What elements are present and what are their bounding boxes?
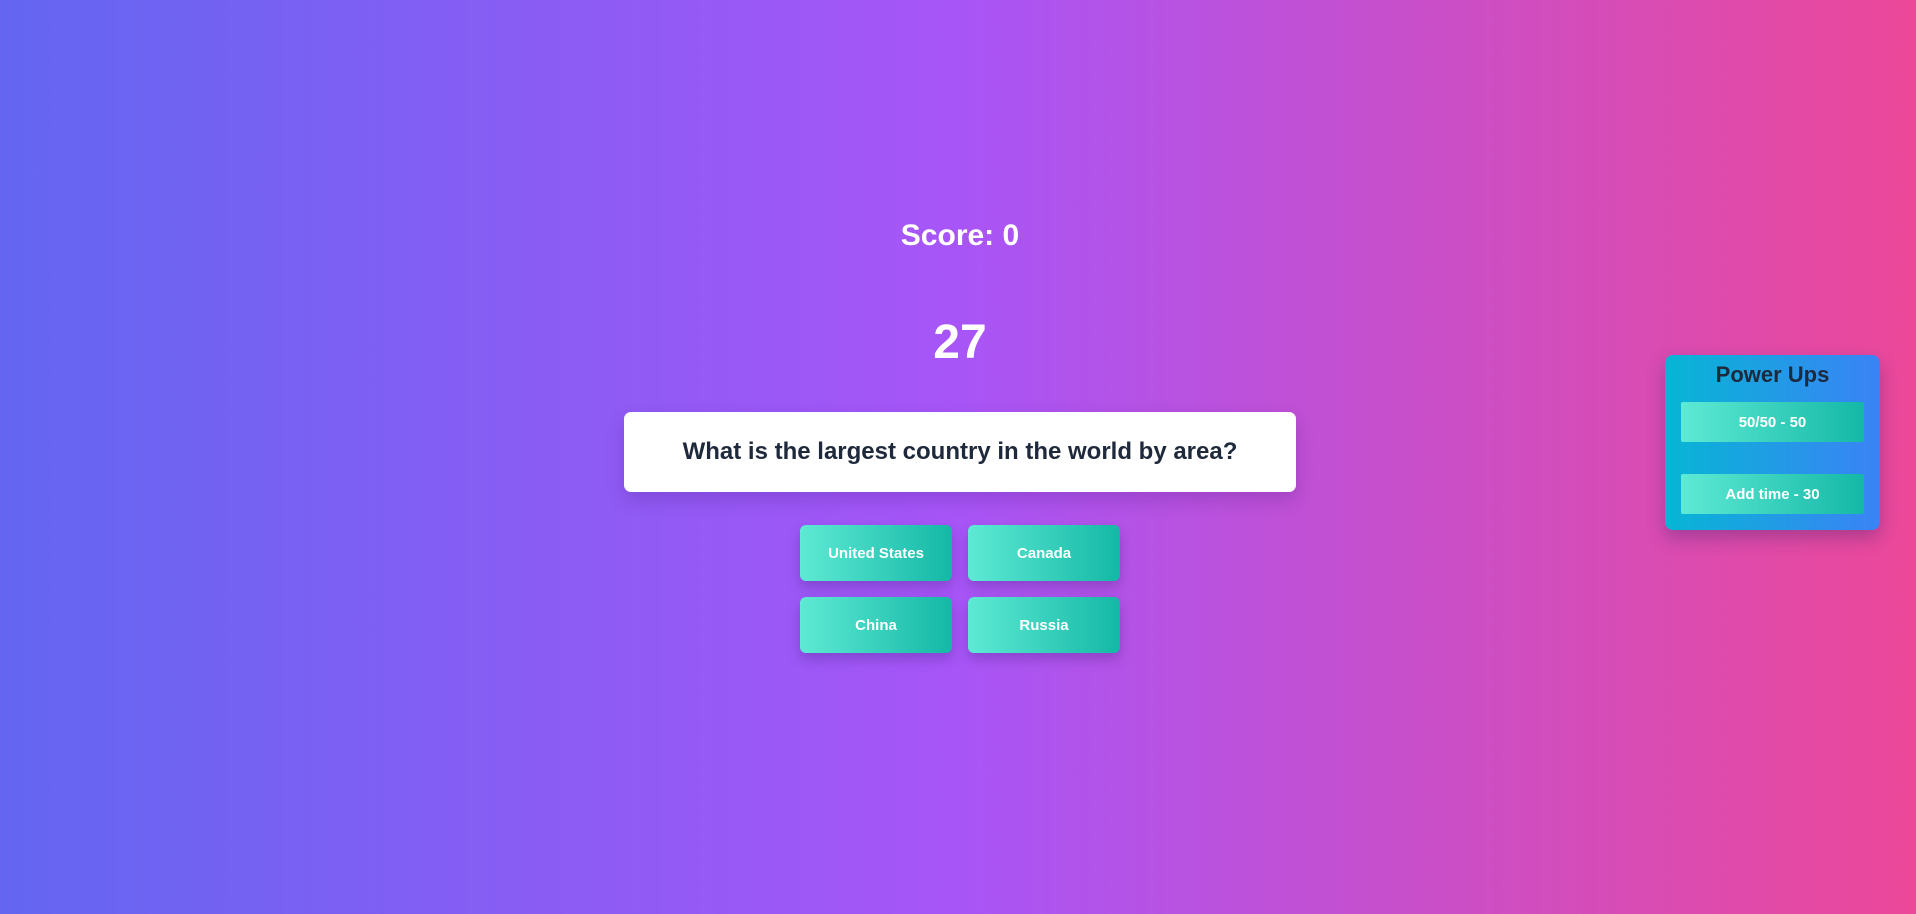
add-time-powerup-button[interactable]: Add time - 30 [1681, 474, 1864, 514]
answer-button-united-states[interactable]: United States [800, 525, 952, 581]
answer-button-russia[interactable]: Russia [968, 597, 1120, 653]
question-card: What is the largest country in the world… [624, 412, 1296, 492]
power-ups-title: Power Ups [1715, 362, 1830, 387]
fifty-fifty-powerup-button[interactable]: 50/50 - 50 [1681, 402, 1864, 442]
power-ups-panel: Power Ups 50/50 - 50 Add time - 30 [1665, 355, 1880, 530]
answer-button-canada[interactable]: Canada [968, 525, 1120, 581]
answer-button-china[interactable]: China [800, 597, 952, 653]
question-text: What is the largest country in the world… [682, 438, 1238, 465]
score-display: Score: 0 [900, 219, 1020, 252]
countdown-timer: 27 [933, 316, 987, 369]
